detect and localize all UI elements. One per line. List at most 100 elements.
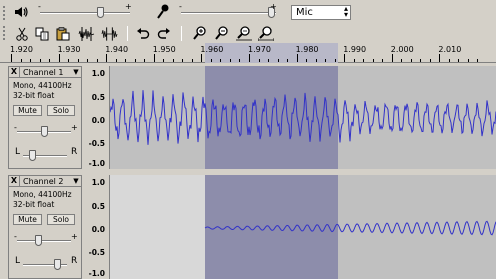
pan-thumb[interactable] bbox=[29, 150, 36, 161]
ruler-minor-tick bbox=[467, 59, 469, 62]
ruler-minor-tick bbox=[68, 59, 70, 62]
ruler-minor-tick bbox=[229, 59, 231, 62]
mute-button[interactable]: Mute bbox=[13, 214, 42, 225]
waveform-line bbox=[204, 220, 496, 236]
input-slider-plus: + bbox=[270, 2, 277, 11]
output-volume-thumb[interactable] bbox=[97, 7, 104, 18]
fit-project-icon bbox=[257, 26, 274, 41]
redo-icon bbox=[157, 27, 170, 39]
ruler-minor-tick bbox=[172, 59, 174, 62]
gain-slider[interactable] bbox=[17, 240, 71, 242]
track-close-button[interactable]: X bbox=[9, 67, 20, 77]
timeline-ruler[interactable]: 1.920 1.930 1.940 1.950 1.960 1.970 1.980 1.990… bbox=[0, 43, 496, 63]
audio-track-2: X Channel 2 ▼ Mono, 44100Hz 32-bit float… bbox=[0, 173, 496, 279]
fit-project-button[interactable] bbox=[257, 25, 274, 42]
ruler-minor-tick bbox=[325, 59, 327, 62]
paste-button[interactable] bbox=[55, 25, 72, 42]
ruler-minor-tick bbox=[115, 59, 117, 62]
ruler-minor-tick bbox=[458, 59, 460, 62]
ruler-major-tick bbox=[296, 54, 298, 62]
ruler-tick-label: 2.000 bbox=[390, 45, 414, 54]
ruler-minor-tick bbox=[210, 59, 212, 62]
ruler-minor-tick bbox=[239, 59, 241, 62]
amp-label: -0.5 bbox=[88, 248, 105, 257]
waveform bbox=[204, 220, 496, 236]
pan-left-label: L bbox=[15, 256, 21, 266]
input-source-select[interactable]: Mic ▴ ▾ bbox=[291, 5, 351, 20]
track-gutter bbox=[0, 173, 6, 279]
gain-thumb[interactable] bbox=[41, 126, 48, 137]
ruler-minor-tick bbox=[96, 59, 98, 62]
ruler-minor-tick bbox=[30, 59, 32, 62]
ruler-minor-tick bbox=[49, 59, 51, 62]
ruler-tick-label: 1.950 bbox=[152, 45, 176, 54]
redo-button[interactable] bbox=[155, 25, 172, 42]
ruler-minor-tick bbox=[306, 59, 308, 62]
undo-button[interactable] bbox=[134, 25, 151, 42]
ruler-major-tick bbox=[249, 54, 250, 62]
amp-label: 0.5 bbox=[91, 93, 105, 102]
ruler-minor-tick bbox=[87, 59, 89, 62]
pan-thumb[interactable] bbox=[54, 259, 61, 270]
zoom-out-button[interactable] bbox=[213, 25, 230, 42]
copy-button[interactable] bbox=[34, 25, 51, 42]
mixer-toolbar: - + - + Mic ▴ ▾ bbox=[0, 0, 496, 24]
track-format-info: Mono, 44100Hz bbox=[13, 81, 72, 90]
ruler-tick-label: 1.940 bbox=[105, 45, 129, 54]
undo-icon bbox=[136, 27, 149, 39]
zoom-in-button[interactable] bbox=[191, 25, 208, 42]
track-name-menu[interactable]: Channel 1 bbox=[20, 68, 71, 77]
ruler-minor-tick bbox=[277, 59, 279, 62]
output-slider-minus: - bbox=[38, 2, 41, 11]
ruler-minor-tick bbox=[477, 59, 479, 62]
speaker-icon bbox=[15, 7, 28, 17]
pan-right-label: R bbox=[71, 256, 78, 266]
spin-arrows-icon: ▴ ▾ bbox=[343, 4, 348, 19]
amp-label: -1.0 bbox=[88, 159, 105, 168]
mute-button[interactable]: Mute bbox=[13, 105, 42, 116]
ruler-tick-label: 1.990 bbox=[343, 45, 367, 54]
track-sample-format: 32-bit float bbox=[13, 91, 55, 100]
ruler-minor-tick bbox=[144, 59, 146, 62]
amp-label: 0.5 bbox=[91, 202, 105, 211]
ruler-minor-tick bbox=[420, 59, 422, 62]
output-slider-plus: + bbox=[125, 2, 132, 11]
track-close-button[interactable]: X bbox=[9, 176, 20, 186]
solo-button[interactable]: Solo bbox=[47, 214, 75, 225]
ruler-tick-label: 1.960 bbox=[200, 45, 224, 54]
track-menu-arrow-icon[interactable]: ▼ bbox=[71, 177, 81, 185]
input-volume-slider[interactable] bbox=[181, 12, 276, 14]
track-menu-arrow-icon[interactable]: ▼ bbox=[71, 68, 81, 76]
ruler-tick-label: 2.010 bbox=[438, 45, 462, 54]
audacity-window: - + - + Mic ▴ ▾ 1.920 1.930 1.940 1.950 … bbox=[0, 0, 496, 279]
gain-thumb[interactable] bbox=[35, 235, 42, 246]
track-title-bar: X Channel 2 ▼ bbox=[9, 176, 81, 187]
trim-button[interactable] bbox=[78, 25, 95, 42]
track-control-panel: X Channel 1 ▼ Mono, 44100Hz 32-bit float… bbox=[8, 66, 82, 169]
toolbar-grip[interactable] bbox=[3, 26, 8, 40]
amp-label: 1.0 bbox=[91, 69, 105, 78]
waveform-line bbox=[110, 90, 496, 145]
trim-icon bbox=[78, 26, 95, 41]
output-volume-slider[interactable] bbox=[40, 12, 130, 14]
input-slider-minus: - bbox=[179, 2, 182, 11]
zoom-out-icon bbox=[214, 26, 228, 40]
ruler-minor-tick bbox=[191, 59, 193, 62]
ruler-tick-label: 1.970 bbox=[248, 45, 271, 54]
ruler-major-tick bbox=[391, 54, 393, 62]
ruler-minor-tick bbox=[287, 59, 289, 62]
track-name-menu[interactable]: Channel 2 bbox=[20, 177, 71, 186]
ruler-minor-tick bbox=[315, 59, 317, 62]
toolbar-grip[interactable] bbox=[3, 6, 8, 20]
ruler-minor-tick bbox=[220, 59, 222, 62]
silence-button[interactable] bbox=[101, 25, 118, 42]
gain-plus: + bbox=[71, 123, 78, 132]
ruler-major-tick bbox=[153, 54, 155, 62]
fit-selection-button[interactable] bbox=[235, 25, 252, 42]
waveform-area[interactable] bbox=[110, 66, 496, 169]
solo-button[interactable]: Solo bbox=[47, 105, 75, 116]
waveform-area[interactable] bbox=[110, 175, 496, 279]
ruler-minor-tick bbox=[448, 59, 450, 62]
zoom-in-icon bbox=[192, 26, 206, 40]
cut-button[interactable] bbox=[13, 25, 30, 42]
